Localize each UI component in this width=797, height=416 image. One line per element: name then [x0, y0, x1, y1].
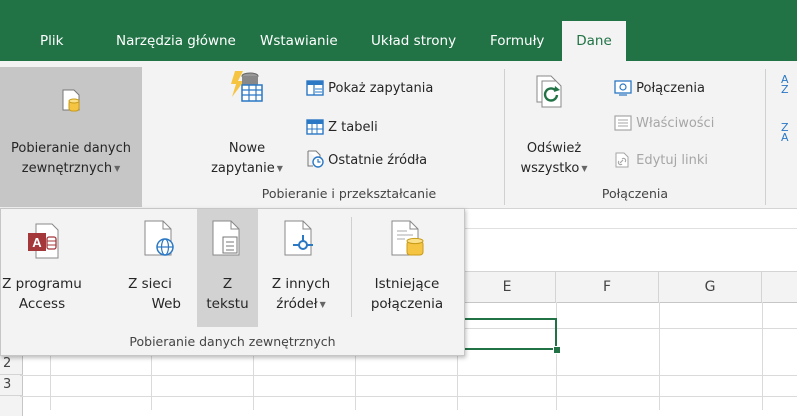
- group-label-transform: Pobieranie i przekształcanie: [261, 186, 437, 201]
- from-text-label-2: tekstu: [206, 296, 249, 312]
- existing-connections-button[interactable]: Istniejące połączenia: [359, 209, 455, 327]
- grid-line: [20, 375, 797, 376]
- from-access-button[interactable]: A Z programu Access: [2, 209, 82, 327]
- group-label-connections: Połączenia: [601, 186, 669, 201]
- from-table-button[interactable]: Z tabeli: [306, 117, 378, 139]
- tab-formulas[interactable]: Formuły: [490, 21, 544, 61]
- recent-sources-button[interactable]: Ostatnie źródła: [306, 150, 427, 172]
- row-header-4[interactable]: [0, 396, 23, 416]
- get-external-data-label-2: zewnętrznych ▼: [21, 161, 121, 176]
- from-text-label-1: Z: [222, 276, 233, 292]
- refresh-icon: [536, 75, 562, 108]
- refresh-all-button[interactable]: Odśwież wszystko ▼: [508, 67, 600, 177]
- from-text-button[interactable]: Z tekstu: [197, 209, 258, 327]
- grid-line: [151, 354, 152, 410]
- tab-home[interactable]: Narzędzia główne: [116, 21, 236, 61]
- get-external-data-label-1: Pobieranie danych: [10, 141, 132, 156]
- from-other-sources-button[interactable]: Z innych źródeł ▼: [263, 209, 339, 327]
- group-separator: [765, 69, 766, 205]
- column-header-f[interactable]: F: [556, 272, 659, 303]
- group-separator: [504, 69, 505, 205]
- chevron-down-icon: ▼: [319, 300, 326, 309]
- column-header-h[interactable]: [762, 272, 797, 303]
- text-file-icon: [212, 220, 240, 256]
- dropdown-separator: [351, 217, 352, 317]
- grid-line: [253, 354, 254, 410]
- from-other-sources-label-2: źródeł ▼: [276, 296, 326, 312]
- get-external-data-button[interactable]: Pobieranie danych zewnętrznych ▼: [0, 67, 142, 207]
- chevron-down-icon: ▼: [276, 164, 283, 173]
- tab-file[interactable]: Plik: [40, 21, 63, 61]
- existing-connections-label-1: Istniejące: [374, 276, 440, 292]
- row-header-3[interactable]: 3: [0, 375, 23, 396]
- other-sources-icon: [284, 220, 313, 256]
- from-web-label-2: Web: [151, 296, 181, 312]
- properties-button[interactable]: Właściwości: [614, 113, 714, 135]
- access-database-icon: A: [28, 223, 59, 259]
- properties-icon: [614, 115, 632, 131]
- web-globe-icon: [144, 220, 174, 256]
- get-external-data-dropdown: A Z programu Access Z sieci Web Z tekstu…: [0, 208, 465, 356]
- edit-links-icon: [615, 152, 629, 168]
- existing-connections-label-2: połączenia: [370, 296, 444, 312]
- tab-page-layout[interactable]: Układ strony: [371, 21, 456, 61]
- ribbon-tab-bar: Plik Narzędzia główne Wstawianie Układ s…: [0, 0, 797, 61]
- grid-line: [50, 354, 51, 410]
- row-header-2[interactable]: 2: [0, 354, 23, 375]
- show-queries-button[interactable]: Pokaż zapytania: [306, 78, 433, 100]
- column-header-e[interactable]: E: [459, 272, 556, 303]
- from-access-label-2: Access: [18, 296, 66, 312]
- dropdown-group-label: Pobieranie danych zewnętrznych: [129, 334, 336, 349]
- from-web-label-1: Z sieci: [128, 276, 172, 292]
- from-web-button[interactable]: Z sieci Web: [128, 209, 191, 327]
- existing-connections-icon: [391, 220, 424, 256]
- new-query-label-1: Nowe: [228, 141, 266, 156]
- grid-line: [20, 396, 797, 397]
- svg-text:A: A: [32, 235, 42, 250]
- queries-pane-icon: [306, 80, 324, 96]
- tab-insert[interactable]: Wstawianie: [260, 21, 338, 61]
- refresh-all-label-2: wszystko ▼: [520, 161, 588, 176]
- refresh-all-label-1: Odśwież: [526, 141, 582, 156]
- external-data-icon: [62, 89, 80, 112]
- new-query-button[interactable]: Nowe zapytanie ▼: [201, 67, 293, 177]
- sort-z-a-icon[interactable]: ZA: [781, 122, 789, 143]
- ribbon-data: Pobieranie danych zewnętrznych ▼ Nowe zap…: [0, 61, 797, 209]
- new-query-label-2: zapytanie ▼: [211, 161, 283, 176]
- grid-line: [355, 354, 356, 410]
- column-header-g[interactable]: G: [659, 272, 762, 303]
- chevron-down-icon: ▼: [581, 164, 588, 173]
- sort-a-z-icon[interactable]: AZ: [781, 74, 789, 95]
- new-query-icon: [231, 71, 263, 102]
- tab-data[interactable]: Dane: [562, 21, 626, 61]
- from-other-sources-label-1: Z innych: [271, 276, 331, 292]
- edit-links-button[interactable]: Edytuj linki: [614, 150, 708, 172]
- recent-sources-icon: [307, 150, 324, 168]
- chevron-down-icon: ▼: [114, 164, 121, 173]
- connections-button[interactable]: Połączenia: [614, 78, 705, 100]
- fill-handle[interactable]: [553, 346, 561, 354]
- connections-icon: [614, 80, 632, 96]
- grid-line: [659, 302, 660, 410]
- table-icon: [306, 119, 324, 135]
- grid-line: [762, 302, 763, 410]
- from-access-label-1: Z programu: [2, 276, 82, 292]
